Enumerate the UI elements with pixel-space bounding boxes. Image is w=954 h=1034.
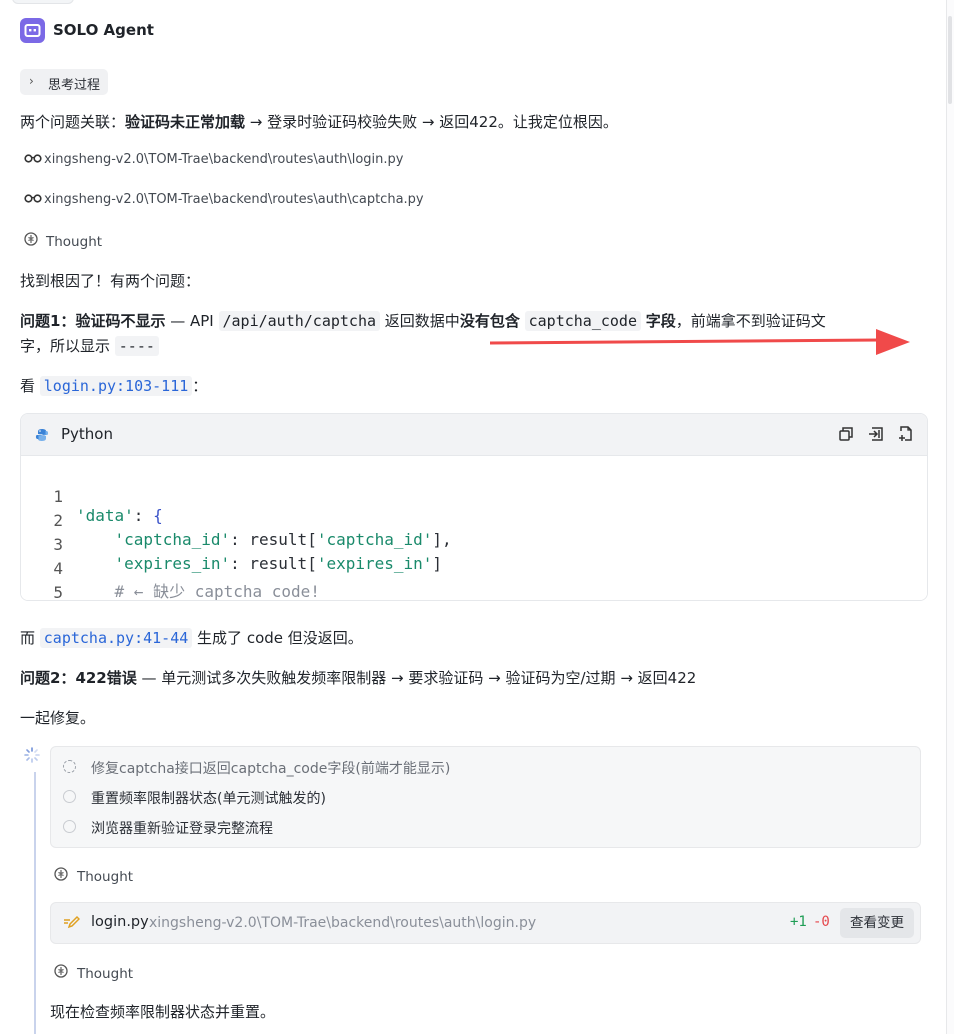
new-file-icon[interactable] bbox=[898, 425, 914, 446]
todo-item-1: 修复captcha接口返回captcha_code字段(前端才能显示) bbox=[91, 761, 451, 777]
spinner-icon bbox=[24, 747, 40, 767]
thought-row-2[interactable]: Thought bbox=[54, 867, 133, 885]
code-line: 1 'data': { bbox=[53, 487, 163, 525]
code-language: Python bbox=[61, 425, 113, 443]
todo-list: 修复captcha接口返回captcha_code字段(前端才能显示) 重置频率… bbox=[50, 746, 921, 848]
thought-label: Thought bbox=[77, 966, 134, 982]
python-icon bbox=[34, 427, 50, 447]
top-chip bbox=[12, 0, 74, 4]
thinking-process-toggle[interactable]: › 思考过程 bbox=[20, 69, 108, 95]
intro-text: 两个问题关联：验证码未正常加载 → 登录时验证码校验失败 → 返回422。让我定… bbox=[20, 113, 618, 131]
file-read-login[interactable]: xingsheng-v2.0\TOM-Trae\backend\routes\a… bbox=[24, 152, 403, 167]
in-progress-circle-icon bbox=[63, 760, 76, 773]
file-edit-card[interactable]: login.py xingsheng-v2.0\TOM-Trae\backend… bbox=[50, 902, 921, 944]
scrollbar-thumb[interactable] bbox=[948, 16, 952, 104]
code-line: 3 'expires_in': result['expires_in'] bbox=[53, 535, 443, 573]
lines-removed: -0 bbox=[813, 914, 830, 930]
problem1-line2: 字，所以显示 ---- bbox=[20, 334, 159, 358]
todo-item-2: 重置频率限制器状态(单元测试触发的) bbox=[91, 791, 326, 807]
fix-together-text: 一起修复。 bbox=[20, 709, 96, 727]
chevron-right-icon: › bbox=[29, 74, 34, 88]
see-reference: 看 login.py:103-111： bbox=[20, 376, 208, 396]
thought-icon bbox=[24, 232, 46, 250]
code-line: 5 }, bbox=[53, 583, 63, 601]
view-changes-button[interactable]: 查看变更 bbox=[840, 908, 914, 938]
code-block: Python 1 'data': { 2 'captcha_id': resul… bbox=[20, 413, 928, 601]
red-arrow-annotation bbox=[489, 329, 910, 355]
code-header: Python bbox=[21, 414, 927, 456]
edit-filename: login.py bbox=[91, 914, 149, 930]
todo-item-3: 浏览器重新验证登录完整流程 bbox=[91, 821, 273, 837]
thought-row-1[interactable]: Thought bbox=[24, 232, 102, 250]
thought-icon bbox=[54, 964, 77, 982]
problem2-text: 问题2：422错误 — 单元测试多次失败触发频率限制器 → 要求验证码 → 验证… bbox=[20, 669, 697, 687]
agent-name: SOLO Agent bbox=[53, 21, 154, 39]
edit-file-path: xingsheng-v2.0\TOM-Trae\backend\routes\a… bbox=[149, 915, 537, 931]
pending-circle-icon bbox=[63, 820, 76, 833]
file-read-captcha[interactable]: xingsheng-v2.0\TOM-Trae\backend\routes\a… bbox=[24, 192, 424, 207]
copy-icon[interactable] bbox=[838, 426, 854, 446]
placeholder-code: ---- bbox=[114, 336, 159, 356]
pending-circle-icon bbox=[63, 790, 76, 803]
insert-icon[interactable] bbox=[868, 426, 884, 446]
timeline-line bbox=[34, 772, 36, 1034]
glasses-icon bbox=[24, 192, 44, 207]
last-status-text: 现在检查频率限制器状态并重置。 bbox=[50, 1003, 276, 1021]
code-line: 2 'captcha_id': result['captcha_id'], bbox=[53, 511, 452, 549]
api-path-code: /api/auth/captcha bbox=[218, 311, 381, 331]
found-text: 找到根因了！有两个问题： bbox=[20, 272, 201, 290]
thinking-process-label: 思考过程 bbox=[48, 78, 101, 93]
login-ref-link[interactable]: login.py:103-111 bbox=[39, 376, 193, 396]
file-path: xingsheng-v2.0\TOM-Trae\backend\routes\a… bbox=[44, 152, 404, 167]
file-path: xingsheng-v2.0\TOM-Trae\backend\routes\a… bbox=[44, 192, 424, 207]
code-body: 1 'data': { 2 'captcha_id': result['capt… bbox=[21, 456, 927, 600]
captcha-ref-link[interactable]: captcha.py:41-44 bbox=[39, 628, 193, 648]
agent-avatar-icon bbox=[20, 18, 45, 43]
code-line: 4 # ← 缺少 captcha_code! bbox=[53, 559, 320, 601]
thought-row-3[interactable]: Thought bbox=[54, 964, 133, 982]
edit-pencil-icon bbox=[62, 914, 81, 934]
glasses-icon bbox=[24, 152, 44, 167]
thought-icon bbox=[54, 867, 77, 885]
lines-added: +1 bbox=[790, 914, 807, 930]
thought-label: Thought bbox=[46, 234, 103, 250]
captcha-note: 而 captcha.py:41-44 生成了 code 但没返回。 bbox=[20, 628, 363, 648]
thought-label: Thought bbox=[77, 869, 134, 885]
scrollbar-track[interactable] bbox=[946, 0, 954, 1034]
